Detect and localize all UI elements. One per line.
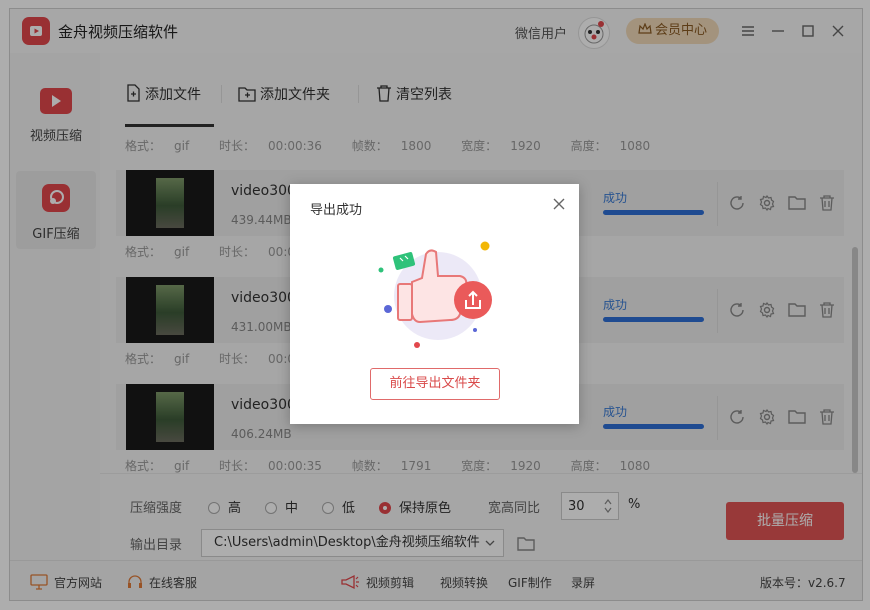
close-icon[interactable]: [551, 196, 567, 212]
export-success-dialog: 导出成功 前往导出文件夹: [290, 184, 579, 424]
open-export-folder-button[interactable]: 前往导出文件夹: [370, 368, 500, 400]
share-icon: [454, 281, 492, 319]
dialog-title: 导出成功: [310, 203, 363, 218]
